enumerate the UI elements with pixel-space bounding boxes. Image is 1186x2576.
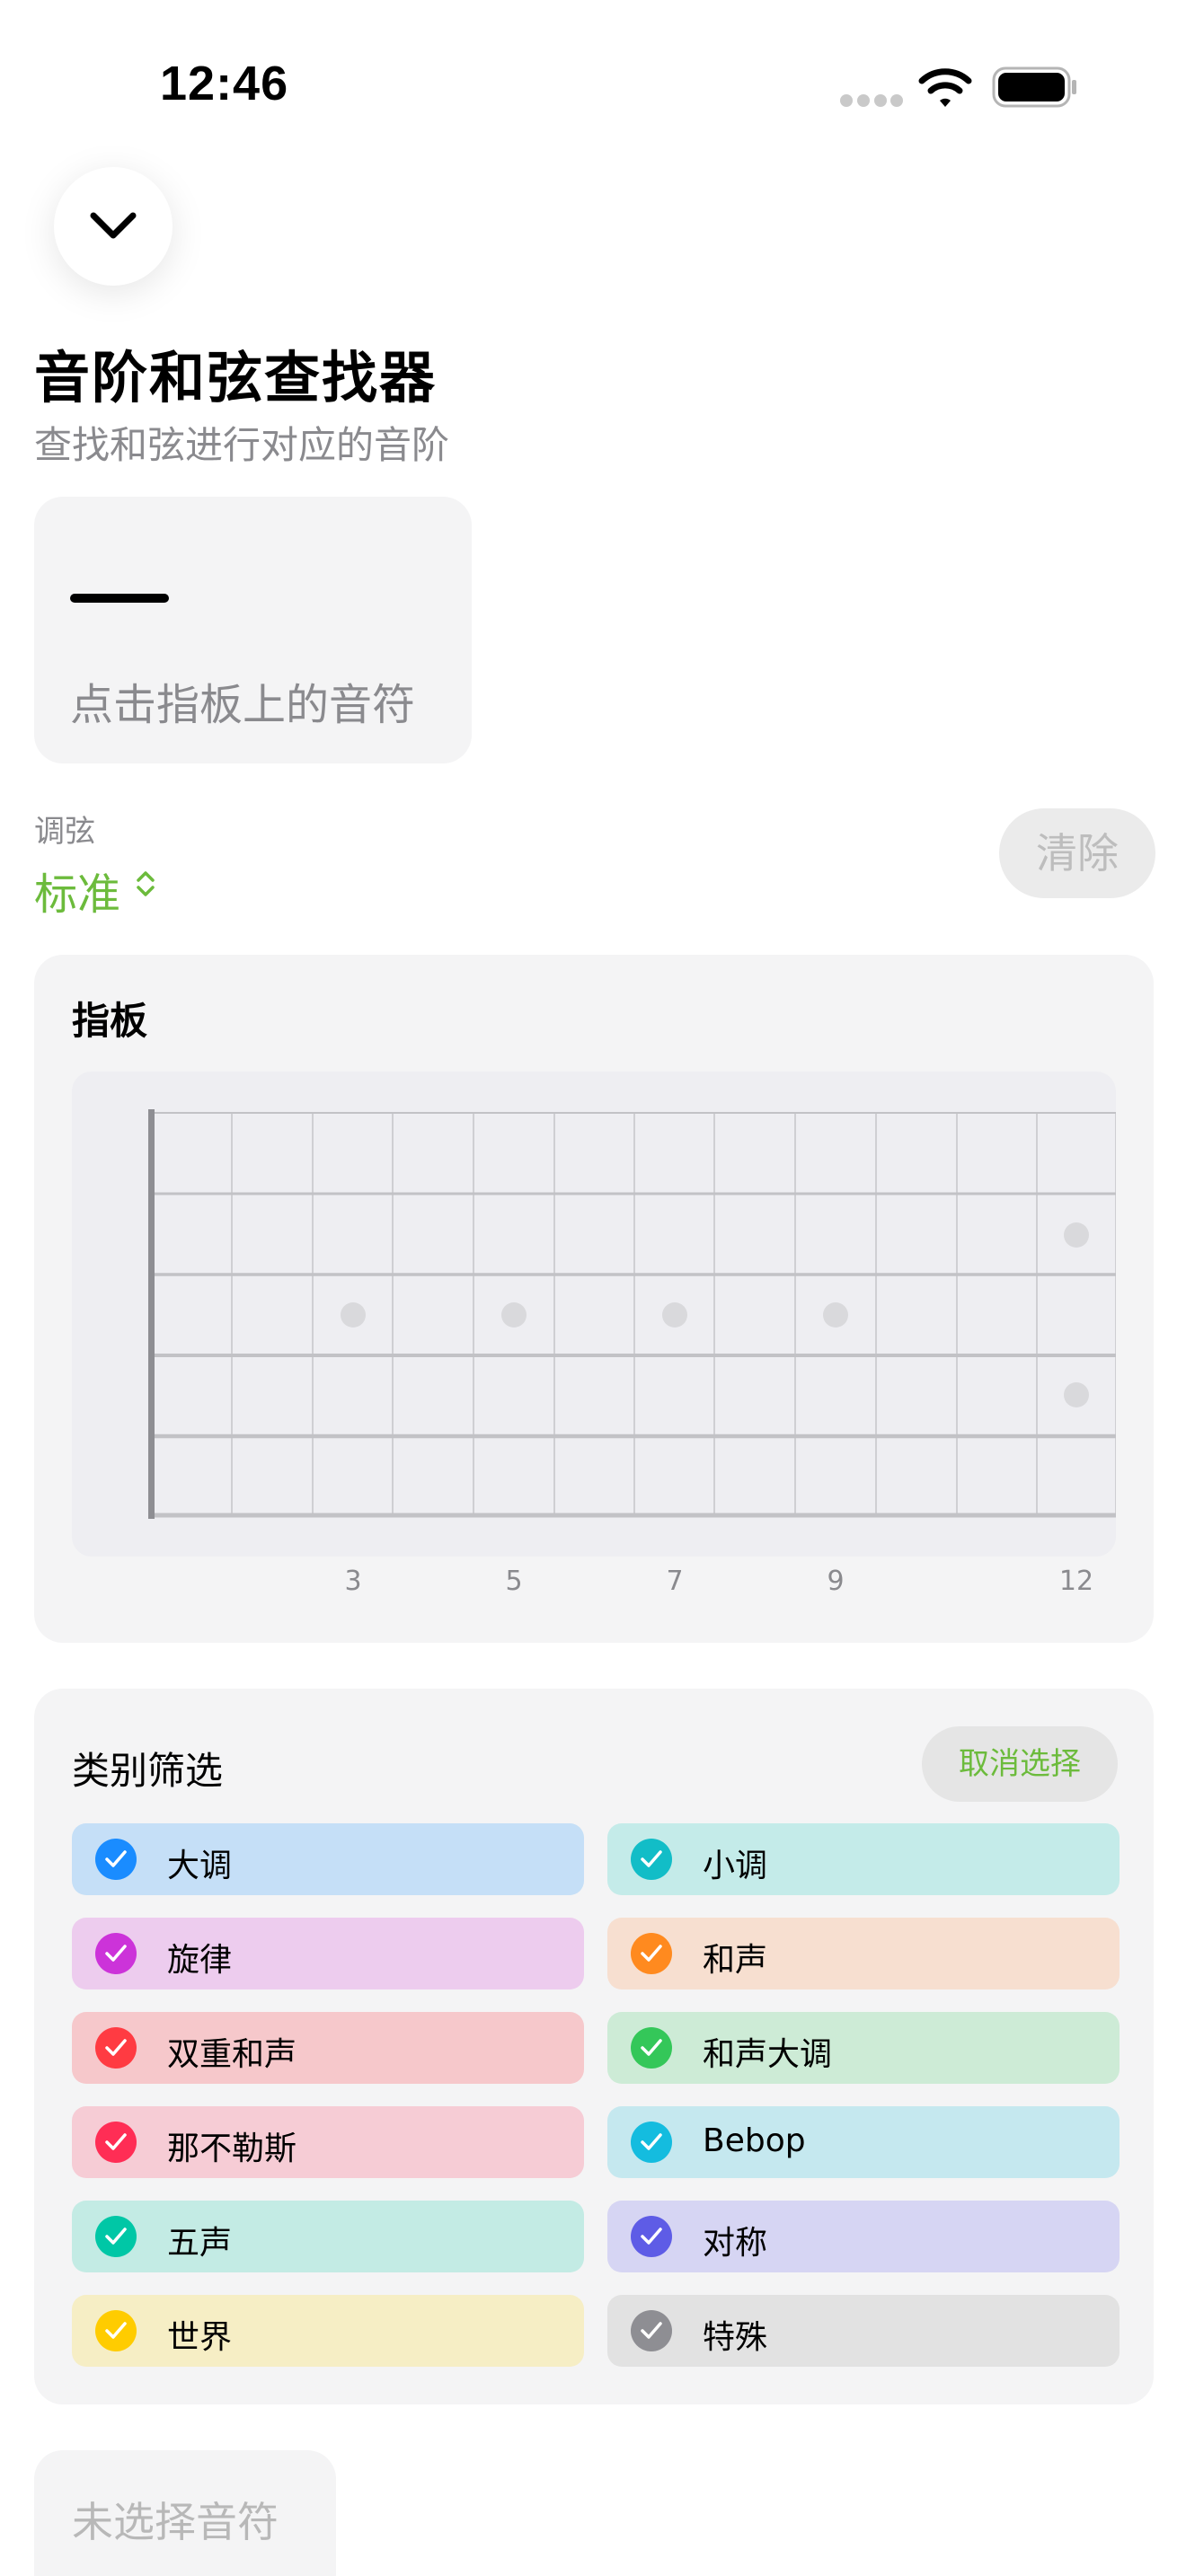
cellular-signal-icon — [840, 94, 903, 107]
chord-hint: 点击指板上的音符 — [70, 680, 416, 730]
tuning-selector[interactable]: 标准 — [34, 859, 120, 922]
battery-icon — [992, 66, 1078, 108]
checkmark-icon — [631, 2310, 672, 2351]
category-chip[interactable]: 特殊 — [607, 2295, 1120, 2367]
fretboard-grid[interactable] — [72, 1072, 1117, 1557]
category-label: 大调 — [167, 1848, 233, 1884]
category-filter-card: 类别筛选 取消选择 大调 小调旋律 和声双重和声 和声大调那不勒斯 Bebop 五声 对称世… — [34, 1689, 1154, 2404]
fret-label: 12 — [1058, 1566, 1094, 1597]
selected-chord-card: 点击指板上的音符 — [34, 497, 472, 763]
checkmark-icon — [631, 1933, 672, 1974]
category-chip[interactable]: 世界 — [72, 2295, 584, 2367]
category-label: 五声 — [167, 2225, 233, 2262]
dismiss-button[interactable] — [54, 167, 173, 286]
checkmark-icon — [95, 1839, 137, 1880]
category-label: 世界 — [167, 2319, 233, 2356]
no-note-selected-panel: 未选择音符 — [34, 2450, 336, 2576]
category-label: 和声 — [703, 1942, 768, 1979]
fretboard-title: 指板 — [72, 999, 148, 1043]
category-chip[interactable]: 五声 — [72, 2201, 584, 2272]
checkmark-icon — [631, 2027, 672, 2069]
status-time: 12:46 — [160, 57, 289, 110]
checkmark-icon — [95, 2310, 137, 2351]
page-title: 音阶和弦查找器 — [34, 345, 438, 410]
category-chip[interactable]: 大调 — [72, 1823, 584, 1895]
checkmark-icon — [95, 2122, 137, 2163]
category-label: 对称 — [703, 2225, 768, 2262]
fret-label: 3 — [344, 1566, 362, 1597]
tuning-label: 调弦 — [34, 814, 95, 850]
chord-placeholder-dash — [70, 594, 169, 603]
category-chip[interactable]: Bebop — [607, 2106, 1120, 2178]
category-chip[interactable]: 和声大调 — [607, 2012, 1120, 2084]
checkmark-icon — [631, 2216, 672, 2257]
category-label: 双重和声 — [167, 2036, 297, 2073]
fret-label: 7 — [666, 1566, 684, 1597]
checkmark-icon — [631, 1839, 672, 1880]
category-label: 旋律 — [167, 1942, 233, 1979]
checkmark-icon — [95, 2027, 137, 2069]
category-label: 特殊 — [703, 2319, 768, 2356]
category-chip[interactable]: 双重和声 — [72, 2012, 584, 2084]
clear-button[interactable]: 清除 — [999, 808, 1155, 898]
deselect-all-button[interactable]: 取消选择 — [922, 1726, 1118, 1802]
category-label: Bebop — [703, 2122, 806, 2159]
category-chip[interactable]: 小调 — [607, 1823, 1120, 1895]
checkmark-icon — [631, 2122, 672, 2163]
chevron-down-icon — [90, 212, 137, 239]
category-chip[interactable]: 对称 — [607, 2201, 1120, 2272]
fretboard[interactable] — [72, 1072, 1117, 1557]
category-chip[interactable]: 那不勒斯 — [72, 2106, 584, 2178]
category-chip[interactable]: 和声 — [607, 1918, 1120, 1989]
category-label: 小调 — [703, 1848, 768, 1884]
category-label: 和声大调 — [703, 2036, 833, 2073]
no-note-label: 未选择音符 — [72, 2498, 279, 2546]
category-label: 那不勒斯 — [167, 2130, 297, 2167]
checkmark-icon — [95, 2216, 137, 2257]
fret-label: 5 — [505, 1566, 523, 1597]
wifi-icon — [918, 65, 972, 110]
category-chip[interactable]: 旋律 — [72, 1918, 584, 1989]
page-subtitle: 查找和弦进行对应的音阶 — [34, 423, 450, 467]
fret-label: 9 — [827, 1566, 845, 1597]
fretboard-card: 指板 3 5 7 9 12 — [34, 955, 1154, 1643]
checkmark-icon — [95, 1933, 137, 1974]
chevron-up-down-icon[interactable] — [135, 868, 156, 900]
filter-title: 类别筛选 — [72, 1749, 224, 1793]
